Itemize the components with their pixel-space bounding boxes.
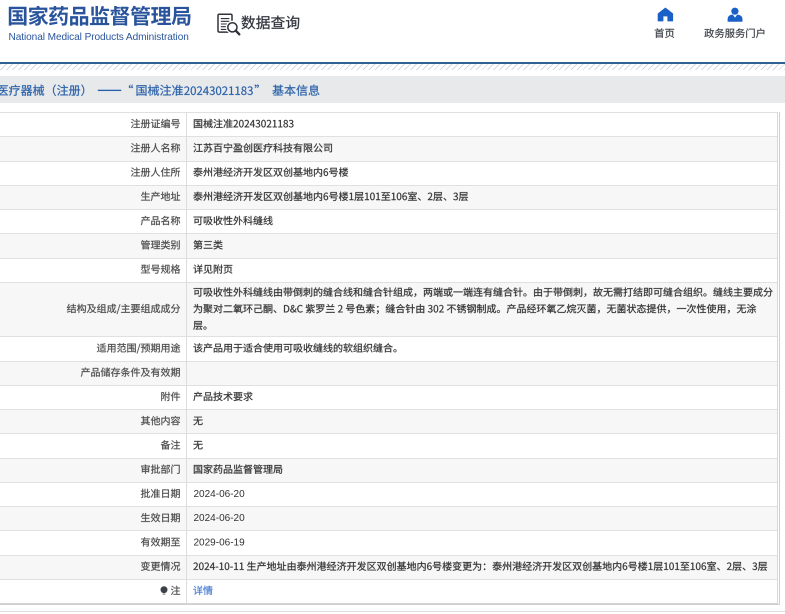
svg-text:National Medical Products Admi: National Medical Products Administration <box>9 32 189 43</box>
svg-text:2024-06-20: 2024-06-20 <box>194 489 246 500</box>
svg-text:2029-06-19: 2029-06-19 <box>194 537 246 548</box>
svg-text:2024-06-20: 2024-06-20 <box>194 513 246 524</box>
